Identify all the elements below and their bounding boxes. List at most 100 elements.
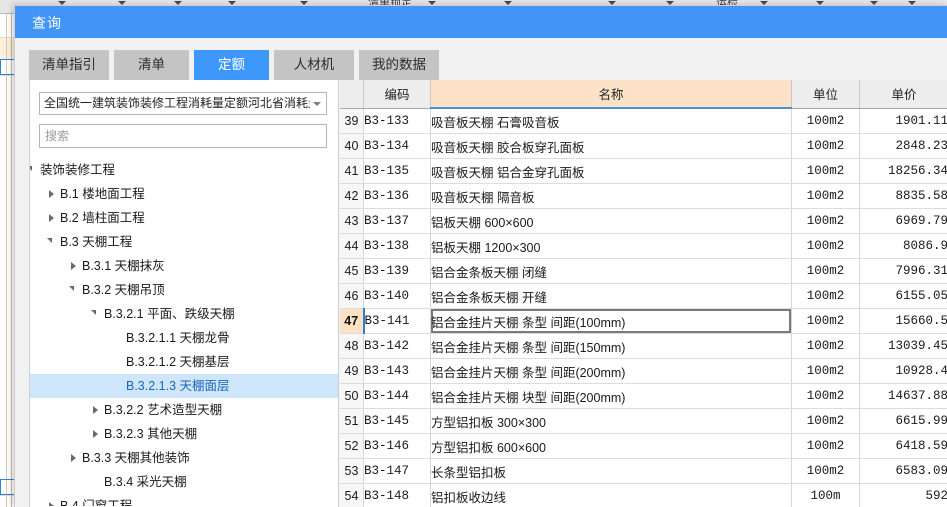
cell-price[interactable]: 6615.99 <box>859 408 947 434</box>
cell-name[interactable]: 铝合金挂片天棚 条型 间距(200mm) <box>430 358 792 384</box>
search-input[interactable] <box>39 124 327 148</box>
cell-rownum[interactable]: 50 <box>340 383 364 409</box>
cell-unit[interactable]: 100m <box>791 483 860 507</box>
cell-code[interactable]: B3-148 <box>363 483 431 507</box>
cell-price[interactable]: 15660.5 <box>859 308 947 334</box>
cell-name[interactable]: 长条型铝扣板 <box>430 458 792 484</box>
table-row[interactable]: 44 B3-138 铝板天棚 1200×300 100m2 8086.9 <box>340 233 947 259</box>
cell-name[interactable]: 铝合金挂片天棚 条型 间距(100mm) <box>430 308 792 334</box>
tree-item-6[interactable]: B.3.2.1 平面、跌级天棚 <box>30 302 338 326</box>
cell-price[interactable]: 7996.31 <box>859 258 947 284</box>
cell-code[interactable]: B3-134 <box>363 133 431 159</box>
cell-code[interactable]: B3-135 <box>363 158 431 184</box>
column-header-rownum[interactable] <box>340 80 364 109</box>
tab-1[interactable]: 清单 <box>114 50 189 80</box>
tree-expand-icon[interactable] <box>68 254 80 278</box>
tree-item-0[interactable]: 装饰装修工程 <box>30 158 338 182</box>
tree-collapse-icon[interactable] <box>90 302 102 326</box>
tab-0[interactable]: 清单指引 <box>29 50 109 80</box>
cell-unit[interactable]: 100m2 <box>791 283 860 309</box>
cell-price[interactable]: 8835.58 <box>859 183 947 209</box>
tree-collapse-icon[interactable] <box>68 278 80 302</box>
table-row[interactable]: 43 B3-137 铝板天棚 600×600 100m2 6969.79 <box>340 208 947 234</box>
tab-3[interactable]: 人材机 <box>274 50 354 80</box>
cell-name[interactable]: 吸音板天棚 胶合板穿孔面板 <box>430 133 792 159</box>
cell-name[interactable]: 吸音板天棚 石膏吸音板 <box>430 108 792 134</box>
tree-item-2[interactable]: B.2 墙柱面工程 <box>30 206 338 230</box>
cell-rownum[interactable]: 54 <box>340 483 364 507</box>
cell-unit[interactable]: 100m2 <box>791 408 860 434</box>
cell-rownum[interactable]: 45 <box>340 258 364 284</box>
cell-unit[interactable]: 100m2 <box>791 258 860 284</box>
定额-library-select[interactable]: 全国统一建筑装饰装修工程消耗量定额河北省消耗量 <box>39 92 327 115</box>
tree-item-11[interactable]: B.3.2.3 其他天棚 <box>30 422 338 446</box>
cell-price[interactable]: 13039.45 <box>859 333 947 359</box>
cell-code[interactable]: B3-133 <box>363 108 431 134</box>
cell-unit[interactable]: 100m2 <box>791 208 860 234</box>
cell-name[interactable]: 铝扣板收边线 <box>430 483 792 507</box>
cell-rownum[interactable]: 44 <box>340 233 364 259</box>
cell-price[interactable]: 8086.9 <box>859 233 947 259</box>
cell-price[interactable]: 6155.05 <box>859 283 947 309</box>
tree-item-4[interactable]: B.3.1 天棚抹灰 <box>30 254 338 278</box>
cell-price[interactable]: 18256.34 <box>859 158 947 184</box>
tree-item-9[interactable]: B.3.2.1.3 天棚面层 <box>30 374 338 398</box>
table-row[interactable]: 47 B3-141 铝合金挂片天棚 条型 间距(100mm) 100m2 15660.5 <box>340 308 947 334</box>
cell-price[interactable]: 6418.59 <box>859 433 947 459</box>
tree-item-5[interactable]: B.3.2 天棚吊顶 <box>30 278 338 302</box>
cell-unit[interactable]: 100m2 <box>791 458 860 484</box>
cell-name[interactable]: 铝合金条板天棚 开缝 <box>430 283 792 309</box>
tree-expand-icon[interactable] <box>90 398 102 422</box>
table-row[interactable]: 40 B3-134 吸音板天棚 胶合板穿孔面板 100m2 2848.23 <box>340 133 947 159</box>
cell-rownum[interactable]: 47 <box>340 308 365 334</box>
tree-item-10[interactable]: B.3.2.2 艺术造型天棚 <box>30 398 338 422</box>
tree-item-12[interactable]: B.3.3 天棚其他装饰 <box>30 446 338 470</box>
cell-code[interactable]: B3-136 <box>363 183 431 209</box>
table-row[interactable]: 42 B3-136 吸音板天棚 隔音板 100m2 8835.58 <box>340 183 947 209</box>
column-header-code[interactable]: 编码 <box>363 80 431 109</box>
cell-unit[interactable]: 100m2 <box>791 308 860 334</box>
cell-rownum[interactable]: 53 <box>340 458 364 484</box>
table-row[interactable]: 45 B3-139 铝合金条板天棚 闭缝 100m2 7996.31 <box>340 258 947 284</box>
cell-rownum[interactable]: 46 <box>340 283 364 309</box>
table-row[interactable]: 48 B3-142 铝合金挂片天棚 条型 间距(150mm) 100m2 13039.4… <box>340 333 947 359</box>
tree-item-1[interactable]: B.1 楼地面工程 <box>30 182 338 206</box>
cell-code[interactable]: B3-146 <box>363 433 431 459</box>
table-row[interactable]: 49 B3-143 铝合金挂片天棚 条型 间距(200mm) 100m2 10928.4 <box>340 358 947 384</box>
table-row[interactable]: 46 B3-140 铝合金条板天棚 开缝 100m2 6155.05 <box>340 283 947 309</box>
cell-rownum[interactable]: 39 <box>340 108 364 134</box>
table-row[interactable]: 50 B3-144 铝合金挂片天棚 块型 间距(200mm) 100m2 14637.8… <box>340 383 947 409</box>
cell-rownum[interactable]: 43 <box>340 208 364 234</box>
cell-name[interactable]: 铝合金挂片天棚 块型 间距(200mm) <box>430 383 792 409</box>
cell-price[interactable]: 6969.79 <box>859 208 947 234</box>
table-row[interactable]: 54 B3-148 铝扣板收边线 100m 592 <box>340 483 947 507</box>
cell-code[interactable]: B3-139 <box>363 258 431 284</box>
cell-unit[interactable]: 100m2 <box>791 358 860 384</box>
cell-unit[interactable]: 100m2 <box>791 183 860 209</box>
table-row[interactable]: 53 B3-147 长条型铝扣板 100m2 6583.09 <box>340 458 947 484</box>
cell-rownum[interactable]: 41 <box>340 158 364 184</box>
cell-unit[interactable]: 100m2 <box>791 158 860 184</box>
cell-price[interactable]: 14637.88 <box>859 383 947 409</box>
cell-rownum[interactable]: 51 <box>340 408 364 434</box>
cell-name[interactable]: 铝板天棚 1200×300 <box>430 233 792 259</box>
tree-expand-icon[interactable] <box>68 446 80 470</box>
quota-table-container[interactable]: 编码 名称 单位 单价 39 B3-133 吸音板天棚 石膏吸音板 100m2 1901… <box>340 80 947 507</box>
cell-name[interactable]: 铝板天棚 600×600 <box>430 208 792 234</box>
tree-item-7[interactable]: B.3.2.1.1 天棚龙骨 <box>30 326 338 350</box>
cell-rownum[interactable]: 52 <box>340 433 364 459</box>
column-header-name[interactable]: 名称 <box>430 80 792 109</box>
column-header-price[interactable]: 单价 <box>859 80 947 109</box>
tree-collapse-icon[interactable] <box>46 230 58 254</box>
table-row[interactable]: 41 B3-135 吸音板天棚 铝合金穿孔面板 100m2 18256.34 <box>340 158 947 184</box>
cell-name[interactable]: 方型铝扣板 600×600 <box>430 433 792 459</box>
column-header-unit[interactable]: 单位 <box>791 80 860 109</box>
cell-code[interactable]: B3-138 <box>363 233 431 259</box>
tree-expand-icon[interactable] <box>46 182 58 206</box>
tab-4[interactable]: 我的数据 <box>359 50 439 80</box>
tree-item-8[interactable]: B.3.2.1.2 天棚基层 <box>30 350 338 374</box>
cell-name[interactable]: 吸音板天棚 隔音板 <box>430 183 792 209</box>
cell-rownum[interactable]: 49 <box>340 358 364 384</box>
tree-expand-icon[interactable] <box>90 422 102 446</box>
cell-rownum[interactable]: 40 <box>340 133 364 159</box>
